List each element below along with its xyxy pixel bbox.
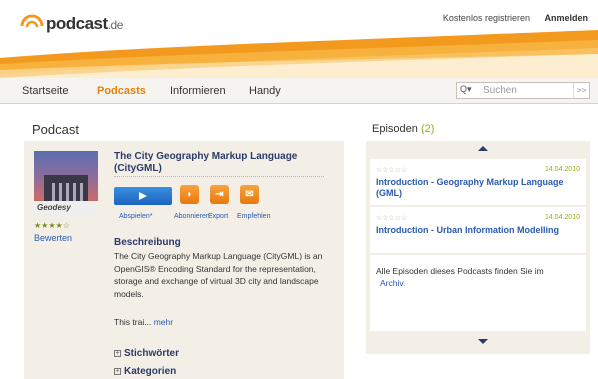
podcast-logo-icon <box>20 14 44 28</box>
keywords-label: Stichwörter <box>124 348 180 359</box>
scroll-down-arrow-icon[interactable] <box>478 339 488 344</box>
episode-stars: ☆☆☆☆☆ <box>376 167 408 174</box>
episode-stars: ☆☆☆☆☆ <box>376 215 408 222</box>
site-header: podcast.de Kostenlos registrieren Anmeld… <box>0 0 598 78</box>
search-submit-button[interactable]: >> <box>573 83 589 98</box>
nav-item-informieren[interactable]: Informieren <box>170 85 226 97</box>
episode-title[interactable]: Introduction - Urban Information Modelli… <box>376 225 576 236</box>
podcast-title: The City Geography Markup Language (City… <box>114 151 298 174</box>
rating-stars: ★★★★☆ <box>34 221 70 230</box>
teaser-text: This trai... <box>114 317 152 327</box>
play-button[interactable] <box>114 187 172 205</box>
all-episodes-text: Alle Episoden dieses Podcasts finden Sie… <box>376 265 581 289</box>
podcast-logo[interactable]: podcast.de <box>18 8 123 42</box>
episode-date: 14.04.2010 <box>544 214 580 221</box>
main-navigation: Startseite Podcasts Informieren Handy Q▾… <box>0 78 598 104</box>
nav-item-startseite[interactable]: Startseite <box>22 85 68 97</box>
all-episodes-box: Alle Episoden dieses Podcasts finden Sie… <box>370 255 586 331</box>
rate-link[interactable]: Bewerten <box>34 233 72 243</box>
search-input[interactable]: Suchen <box>483 85 517 96</box>
description-heading: Beschreibung <box>114 237 181 248</box>
search-icon[interactable]: Q▾ <box>460 84 472 95</box>
episode-item[interactable]: ☆☆☆☆☆ 14.04.2010 Introduction - Urban In… <box>370 207 586 253</box>
episode-date: 14.04.2010 <box>544 166 580 173</box>
divider <box>114 176 324 177</box>
scroll-up-arrow-icon[interactable] <box>478 146 488 151</box>
rss-icon[interactable]: ◗ <box>180 185 199 204</box>
subscribe-label[interactable]: Abonnieren <box>174 213 210 220</box>
expand-plus-icon: + <box>114 368 121 375</box>
search-box[interactable]: Q▾ Suchen >> <box>456 82 590 99</box>
description-teaser: This trai... mehr <box>114 317 173 327</box>
episode-title[interactable]: Introduction - Geography Markup Language… <box>376 177 576 199</box>
podcast-cover-image[interactable]: Geodesy <box>34 151 98 215</box>
podcast-panel: Geodesy ★★★★☆ Bewerten The City Geograph… <box>24 141 344 379</box>
all-episodes-label: Alle Episoden dieses Podcasts finden Sie… <box>376 266 544 276</box>
nav-item-handy[interactable]: Handy <box>249 85 281 97</box>
play-label[interactable]: Abspielen* <box>119 213 152 220</box>
episodes-title-label: Episoden <box>372 123 418 135</box>
more-link[interactable]: mehr <box>154 317 173 327</box>
cover-label: Geodesy <box>34 201 98 215</box>
export-icon[interactable]: ⇥ <box>210 185 229 204</box>
nav-item-podcasts[interactable]: Podcasts <box>97 85 146 97</box>
register-link[interactable]: Kostenlos registrieren <box>443 13 530 23</box>
archive-link[interactable]: Archiv. <box>380 278 405 288</box>
header-links: Kostenlos registrieren Anmelden <box>443 13 588 23</box>
login-link[interactable]: Anmelden <box>544 13 588 23</box>
episodes-title: Episoden (2) <box>372 123 434 135</box>
keywords-toggle[interactable]: + Stichwörter <box>114 348 179 359</box>
categories-label: Kategorien <box>124 366 177 377</box>
expand-plus-icon: + <box>114 350 121 357</box>
export-label[interactable]: Export <box>208 213 228 220</box>
episodes-count: (2) <box>420 123 435 135</box>
recommend-label[interactable]: Empfehlen <box>237 213 270 220</box>
cover-gate-graphic <box>44 175 88 201</box>
page-title: Podcast <box>32 122 79 137</box>
episode-item[interactable]: ☆☆☆☆☆ 14.04.2010 Introduction - Geograph… <box>370 159 586 205</box>
categories-toggle[interactable]: + Kategorien <box>114 366 176 377</box>
mail-icon[interactable]: ✉ <box>240 185 259 204</box>
description-text: The City Geography Markup Language (City… <box>114 251 323 299</box>
episodes-panel: ☆☆☆☆☆ 14.04.2010 Introduction - Geograph… <box>366 141 590 354</box>
logo-text: podcast.de <box>46 14 123 33</box>
